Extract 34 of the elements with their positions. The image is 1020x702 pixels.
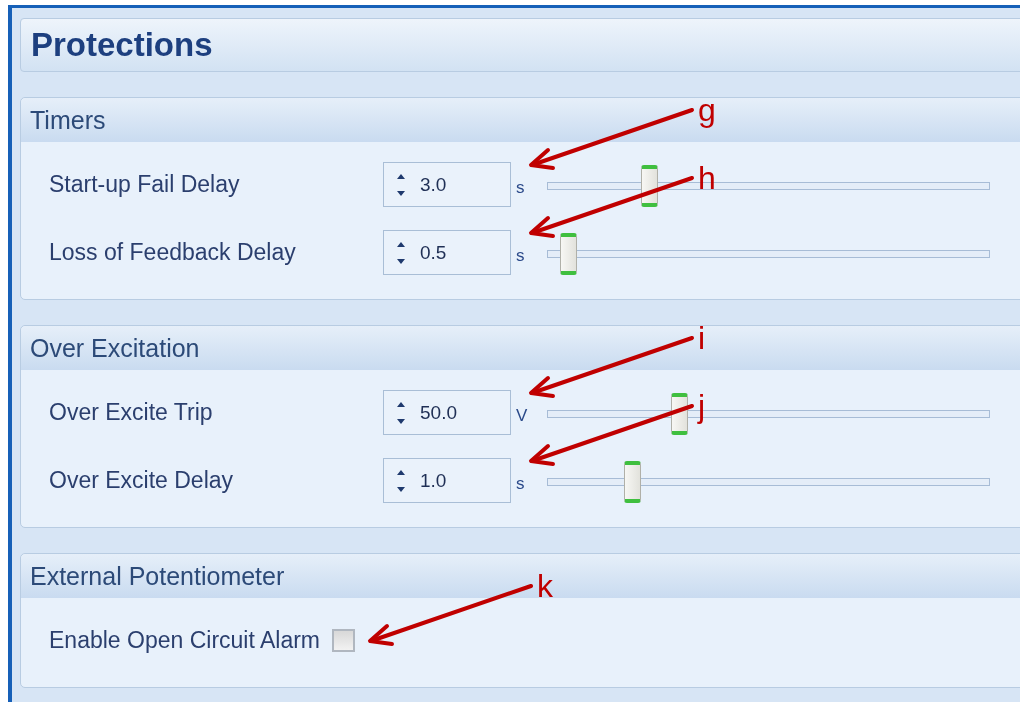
slider-thumb[interactable]: [559, 232, 577, 275]
callout-letter: i: [698, 322, 706, 354]
field-label: Start-up Fail Delay: [49, 171, 241, 198]
callout-letter: g: [698, 94, 716, 126]
unit-label: s: [516, 177, 525, 198]
spin-field[interactable]: 50.0: [383, 390, 511, 435]
spin-field[interactable]: 0.5: [383, 230, 511, 275]
slider-track[interactable]: [547, 392, 990, 435]
spin-field[interactable]: 1.0: [383, 458, 511, 503]
callout-letter: j: [698, 390, 706, 422]
field-label: Over Excite Delay: [49, 467, 235, 494]
callout-letter: k: [537, 570, 553, 602]
group-title: Over Excitation: [30, 333, 200, 363]
spin-value[interactable]: 50.0: [420, 401, 490, 424]
unit-label: s: [516, 473, 525, 494]
checkbox-label: Enable Open Circuit Alarm: [49, 627, 320, 654]
unit-label: V: [516, 405, 528, 426]
callout-letter: h: [698, 162, 716, 194]
page-title: Protections: [31, 26, 213, 64]
unit-label: s: [516, 245, 525, 266]
slider-track[interactable]: [547, 164, 990, 207]
field-label: Loss of Feedback Delay: [49, 239, 297, 266]
spin-field[interactable]: 3.0: [383, 162, 511, 207]
slider-thumb[interactable]: [623, 460, 641, 503]
group-title: External Potentiometer: [30, 561, 285, 591]
group-title: Timers: [30, 105, 106, 135]
spin-value[interactable]: 1.0: [420, 469, 490, 492]
slider-track[interactable]: [547, 232, 990, 275]
checkbox[interactable]: [332, 629, 355, 652]
slider-thumb[interactable]: [640, 164, 658, 207]
spin-value[interactable]: 3.0: [420, 173, 490, 196]
field-label: Over Excite Trip: [49, 399, 214, 426]
slider-track[interactable]: [547, 460, 990, 503]
spin-value[interactable]: 0.5: [420, 241, 490, 264]
